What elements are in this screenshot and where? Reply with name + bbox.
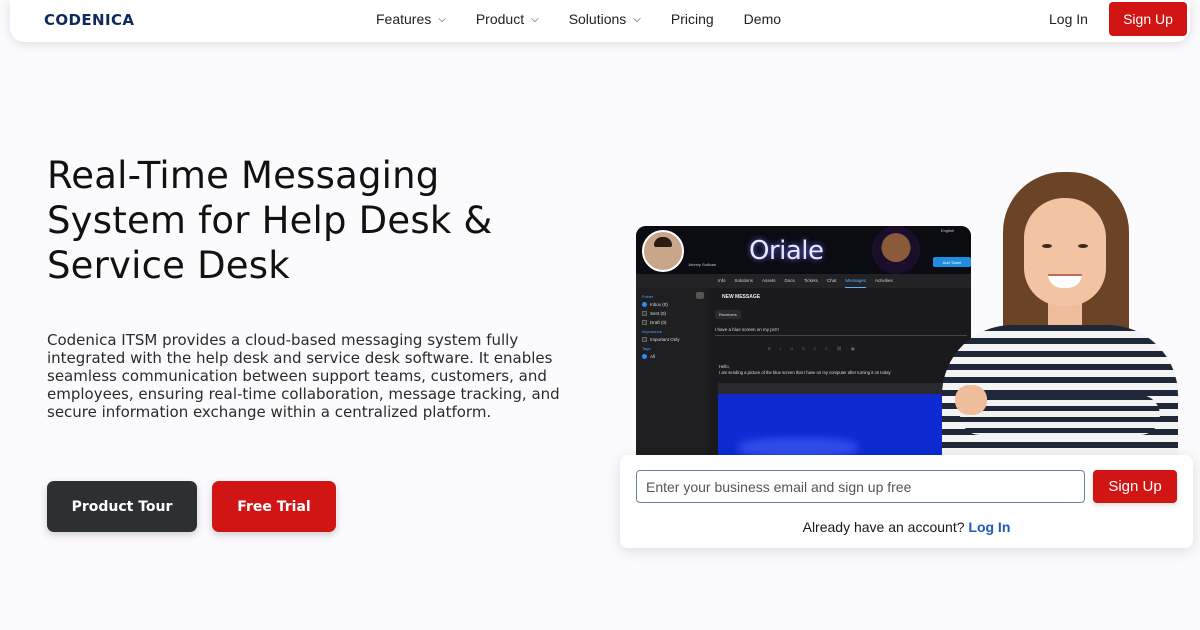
chevron-down-icon: ⌵ [633, 14, 641, 25]
eye-shape [1078, 244, 1088, 248]
face-shape [1024, 198, 1106, 306]
signup-button[interactable]: Sign Up [1109, 2, 1187, 36]
signup-submit-button[interactable]: Sign Up [1093, 470, 1177, 503]
hero-title-line: Service Desk [47, 244, 290, 287]
nav-demo[interactable]: Demo [744, 11, 781, 27]
editor-toolbar: B I U S ≡ ≡ ⛓ ▣ [768, 346, 859, 351]
login-link[interactable]: Log In [1049, 11, 1088, 27]
hand-shape [955, 385, 987, 415]
app-tab: Info [718, 278, 726, 283]
sidebar-heading: Tags [642, 346, 651, 351]
sidebar-folder: Inbox (0) [642, 302, 705, 307]
main-menu: Features ⌵ Product ⌵ Solutions ⌵ Pricing… [376, 11, 811, 27]
app-header: Johnny Sullivan Oriale English Add Ticke… [636, 226, 971, 274]
nav-product[interactable]: Product ⌵ [476, 11, 539, 27]
app-tab: Solutions [734, 278, 754, 283]
header-photo [872, 226, 920, 274]
hero-title: Real-Time Messaging System for Help Desk… [47, 153, 567, 288]
free-trial-button[interactable]: Free Trial [212, 481, 336, 532]
importance-label: Important Only [650, 337, 680, 342]
email-field[interactable] [636, 470, 1085, 503]
checkbox-icon [642, 320, 647, 325]
eye-shape [1042, 244, 1052, 248]
app-tab: Assets [762, 278, 776, 283]
sidebar-folder: Sent (0) [642, 311, 705, 316]
radio-icon [642, 354, 647, 359]
app-tab: Docs [784, 278, 795, 283]
sidebar-folder: Draft (0) [642, 320, 705, 325]
message-line: I am sending a picture of the blue scree… [719, 370, 891, 375]
chevron-down-icon: ⌵ [438, 14, 446, 25]
signup-card: Sign Up Already have an account? Log In [620, 455, 1193, 548]
subject-field: I have a blue screen on my pc!!! [715, 324, 967, 336]
avatar [642, 230, 684, 272]
product-tour-button[interactable]: Product Tour [47, 481, 197, 532]
app-sidebar: Folder Inbox (0) Sent (0) Draft (0) Impo… [636, 288, 708, 461]
nav-pricing[interactable]: Pricing [671, 11, 714, 27]
nav-features-label: Features [376, 11, 432, 27]
hero-description: Codenica ITSM provides a cloud-based mes… [47, 331, 560, 421]
tag-label: All [650, 354, 656, 359]
attached-photo [718, 383, 951, 461]
top-nav: CODENICA Features ⌵ Product ⌵ Solutions … [10, 0, 1190, 42]
hero-title-line: System for Help Desk & [47, 199, 493, 242]
checkbox-icon [642, 337, 647, 342]
app-tabs: Info Solutions Assets Docs Tickets Chat … [636, 274, 971, 288]
app-tab-active: Messages [845, 274, 866, 288]
new-message-heading: NEW MESSAGE [722, 294, 761, 300]
nav-solutions[interactable]: Solutions ⌵ [569, 11, 641, 27]
radio-icon [642, 302, 647, 307]
app-username: Johnny Sullivan [688, 262, 717, 267]
receivers-field: Receivers [715, 310, 741, 319]
nav-demo-label: Demo [743, 11, 782, 27]
smile-shape [1048, 274, 1082, 288]
folder-label: Draft (0) [650, 320, 667, 325]
checkbox-icon [642, 311, 647, 316]
folder-label: Sent (0) [650, 311, 667, 316]
chevron-down-icon: ⌵ [531, 14, 539, 25]
login-prompt-text: Already have an account? [802, 519, 965, 535]
nav-features[interactable]: Features ⌵ [376, 11, 446, 27]
hero-title-line: Real-Time Messaging [47, 154, 440, 197]
woman-photo [940, 170, 1180, 460]
brand-logo[interactable]: CODENICA [44, 11, 134, 29]
sidebar-importance: Important Only [642, 337, 705, 342]
nav-solutions-label: Solutions [568, 11, 627, 27]
message-composer: NEW MESSAGE Receivers I have a blue scre… [712, 288, 971, 461]
app-tab: Activities [874, 278, 893, 283]
sidebar-tag: All [642, 354, 705, 359]
app-preview-image: Johnny Sullivan Oriale English Add Ticke… [636, 226, 971, 461]
app-tab: Chat [826, 278, 837, 283]
nav-product-label: Product [475, 11, 525, 27]
crossed-arms [960, 395, 1160, 435]
login-prompt: Already have an account? Log In [620, 519, 1193, 535]
folder-label: Inbox (0) [650, 302, 668, 307]
app-brand-logo: Oriale [749, 236, 824, 266]
sidebar-heading: Importance [642, 329, 663, 334]
app-tab: Tickets [803, 278, 818, 283]
nav-pricing-label: Pricing [670, 11, 714, 27]
sidebar-toggle-icon [696, 292, 704, 299]
login-prompt-link[interactable]: Log In [968, 519, 1010, 535]
message-body: Hello, I am sending a picture of the blu… [719, 364, 959, 376]
